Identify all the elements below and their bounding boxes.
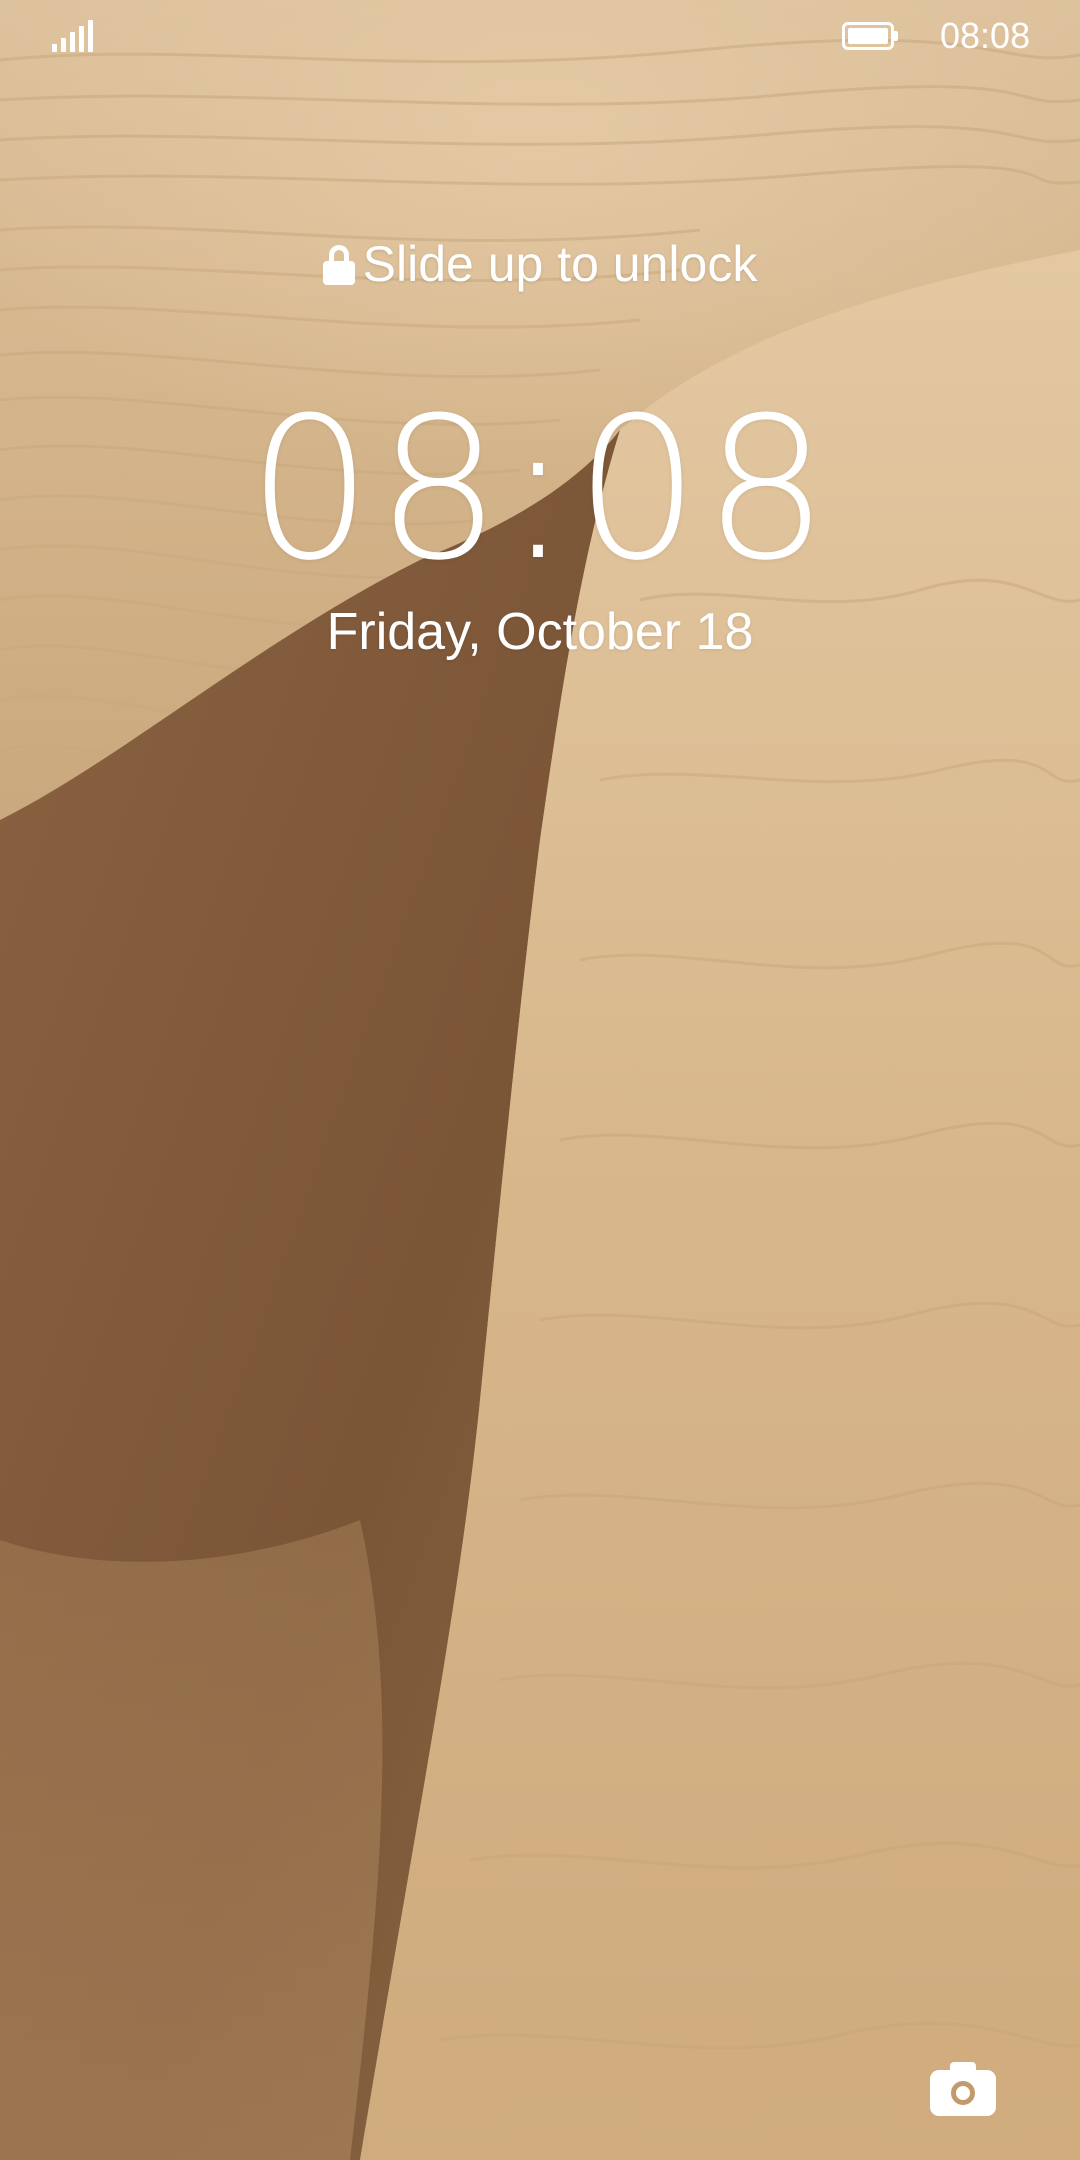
unlock-hint[interactable]: Slide up to unlock [0, 232, 1080, 296]
lock-screen-date: Friday, October 18 [326, 603, 754, 661]
lock-screen-clock: 08:08 [247, 376, 833, 604]
status-bar: 08:08 [0, 0, 1080, 72]
camera-icon[interactable] [930, 2060, 996, 2116]
unlock-hint-label: Slide up to unlock [362, 236, 758, 292]
wallpaper [0, 0, 1080, 2160]
lock-icon [322, 245, 355, 285]
status-bar-time: 08:08 [940, 15, 1031, 56]
battery-full-icon [842, 22, 898, 50]
signal-bars-icon [52, 20, 93, 52]
battery-terminal [894, 31, 898, 41]
battery-level-fill [848, 28, 888, 44]
dune-illustration [0, 38, 1080, 2160]
